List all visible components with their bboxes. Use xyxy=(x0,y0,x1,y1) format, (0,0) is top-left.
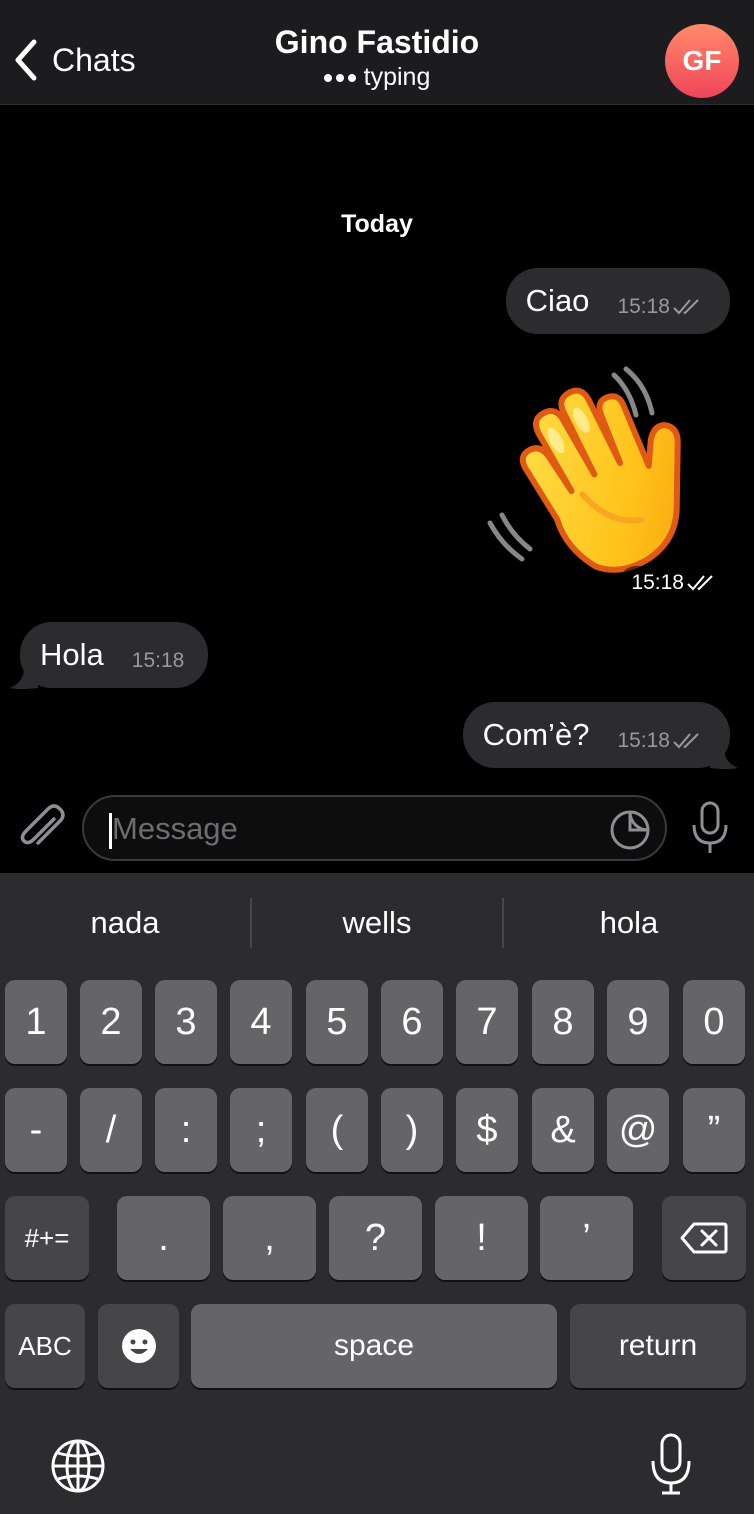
date-separator: Today xyxy=(341,210,413,238)
message-time: 15:18 xyxy=(631,571,684,594)
avatar[interactable]: GF xyxy=(665,24,739,98)
chat-header: Chats Gino Fastidio typing GF xyxy=(0,0,754,105)
key-5[interactable]: 5 xyxy=(306,980,368,1064)
sticker-icon[interactable] xyxy=(609,809,651,851)
key-7[interactable]: 7 xyxy=(456,980,518,1064)
message-text: Ciao xyxy=(525,283,590,318)
backspace-icon xyxy=(680,1222,728,1254)
key-1[interactable]: 1 xyxy=(5,980,67,1064)
waving-hand-sticker[interactable] xyxy=(480,365,720,590)
message-text: Com’è? xyxy=(482,717,590,752)
message-meta: 15:18 xyxy=(132,649,185,673)
message-text: Hola xyxy=(40,637,104,672)
globe-icon[interactable] xyxy=(50,1438,106,1494)
message-placeholder: Message xyxy=(112,811,238,846)
contact-info[interactable]: Gino Fastidio typing xyxy=(0,24,754,92)
paperclip-icon[interactable] xyxy=(18,803,66,853)
key-at[interactable]: @ xyxy=(607,1088,669,1172)
key-apostrophe[interactable]: ’ xyxy=(540,1196,633,1280)
message-time: 15:18 xyxy=(617,729,670,752)
sticker-meta: 15:18 xyxy=(619,566,730,600)
suggestion-item[interactable]: hola xyxy=(504,905,754,941)
key-semicolon[interactable]: ; xyxy=(230,1088,292,1172)
double-check-icon xyxy=(687,575,713,591)
message-bubble-incoming[interactable]: Hola 15:18 xyxy=(20,622,209,688)
key-comma[interactable]: , xyxy=(223,1196,316,1280)
key-2[interactable]: 2 xyxy=(80,980,142,1064)
contact-name: Gino Fastidio xyxy=(274,24,480,60)
key-exclamation[interactable]: ! xyxy=(435,1196,528,1280)
key-dollar[interactable]: $ xyxy=(456,1088,518,1172)
key-emoji[interactable] xyxy=(98,1304,179,1388)
key-abc[interactable]: ABC xyxy=(5,1304,85,1388)
key-open-paren[interactable]: ( xyxy=(306,1088,368,1172)
key-backspace[interactable] xyxy=(662,1196,746,1280)
key-space[interactable]: space xyxy=(191,1304,557,1388)
message-meta: 15:18 xyxy=(617,295,704,319)
typing-dots-icon xyxy=(323,73,356,82)
key-hyphen[interactable]: - xyxy=(5,1088,67,1172)
double-check-icon xyxy=(673,299,699,315)
emoji-icon xyxy=(121,1329,156,1363)
message-bubble-outgoing[interactable]: Ciao 15:18 xyxy=(505,268,730,334)
suggestion-item[interactable]: nada xyxy=(0,905,250,941)
suggestion-bar: nada wells hola xyxy=(0,873,754,973)
message-time: 15:18 xyxy=(617,295,670,318)
double-check-icon xyxy=(673,733,699,749)
key-period[interactable]: . xyxy=(117,1196,210,1280)
message-time: 15:18 xyxy=(131,649,185,672)
key-colon[interactable]: : xyxy=(155,1088,217,1172)
key-8[interactable]: 8 xyxy=(532,980,594,1064)
suggestion-item[interactable]: wells xyxy=(252,905,502,941)
key-4[interactable]: 4 xyxy=(230,980,292,1064)
dictation-microphone-icon[interactable] xyxy=(650,1433,692,1495)
key-3[interactable]: 3 xyxy=(155,980,217,1064)
message-input[interactable]: Message xyxy=(82,795,667,861)
key-ampersand[interactable]: & xyxy=(532,1088,594,1172)
message-meta: 15:18 xyxy=(617,729,704,753)
avatar-initials: GF xyxy=(682,45,722,76)
key-6[interactable]: 6 xyxy=(381,980,443,1064)
key-0[interactable]: 0 xyxy=(683,980,745,1064)
key-9[interactable]: 9 xyxy=(607,980,669,1064)
microphone-icon[interactable] xyxy=(690,801,730,855)
keyboard: nada wells hola 1 2 3 4 5 6 7 8 9 0 - / … xyxy=(0,873,754,1514)
status-text: typing xyxy=(363,63,431,91)
key-quote[interactable]: ” xyxy=(683,1088,745,1172)
message-input-bar: Message xyxy=(0,785,754,873)
typing-status: typing xyxy=(0,63,754,92)
key-return[interactable]: return xyxy=(570,1304,746,1388)
key-slash[interactable]: / xyxy=(80,1088,142,1172)
bubble-tail xyxy=(710,748,738,769)
key-close-paren[interactable]: ) xyxy=(381,1088,443,1172)
key-question[interactable]: ? xyxy=(329,1196,422,1280)
message-bubble-outgoing[interactable]: Com’è? 15:18 xyxy=(462,702,730,768)
key-symbols-toggle[interactable]: #+= xyxy=(5,1196,89,1280)
